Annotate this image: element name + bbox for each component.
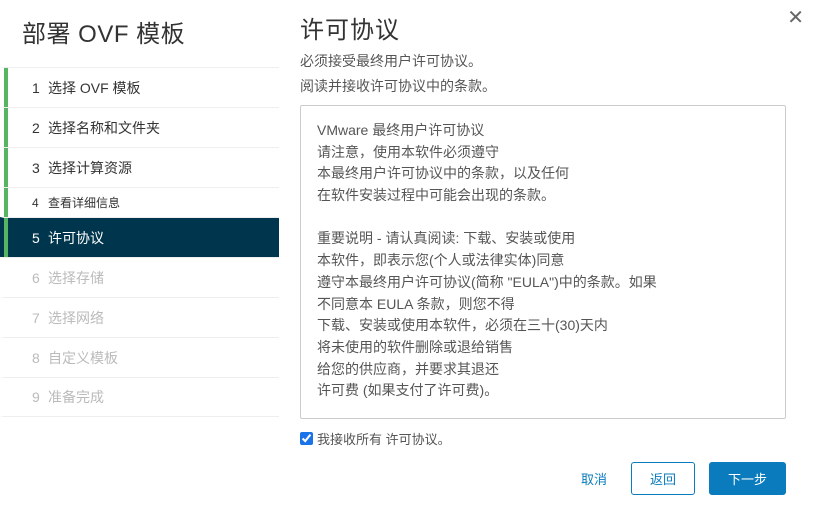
ovf-deploy-dialog: ✕ 部署 OVF 模板 1 选择 OVF 模板2 选择名称和文件夹3 选择计算资… — [0, 0, 816, 509]
eula-textbox[interactable]: VMware 最终用户许可协议 请注意，使用本软件必须遵守 本最终用户许可协议中… — [300, 105, 786, 419]
page-subtitle-2: 阅读并接收许可协议中的条款。 — [300, 76, 786, 97]
step-number: 8 — [32, 350, 48, 366]
step-number: 7 — [32, 310, 48, 326]
step-label: 许可协议 — [48, 228, 104, 248]
wizard-step-9: 9 准备完成 — [0, 377, 279, 417]
wizard-step-7: 7 选择网络 — [0, 297, 279, 337]
step-label: 选择名称和文件夹 — [48, 118, 160, 138]
accept-checkbox[interactable] — [300, 432, 313, 445]
step-number: 3 — [32, 160, 48, 176]
page-subtitle-1: 必须接受最终用户许可协议。 — [300, 51, 786, 72]
step-label: 自定义模板 — [48, 348, 118, 368]
wizard-step-6: 6 选择存储 — [0, 257, 279, 297]
wizard-step-5[interactable]: 5 许可协议 — [0, 217, 279, 257]
dialog-title: 部署 OVF 模板 — [0, 10, 279, 67]
step-number: 5 — [32, 230, 48, 246]
wizard-step-3[interactable]: 3 选择计算资源 — [0, 147, 279, 187]
page-heading: 许可协议 — [300, 10, 786, 45]
step-label: 选择 OVF 模板 — [48, 78, 141, 98]
wizard-step-2[interactable]: 2 选择名称和文件夹 — [0, 107, 279, 147]
wizard-step-8: 8 自定义模板 — [0, 337, 279, 377]
step-number: 6 — [32, 270, 48, 286]
step-number: 1 — [32, 80, 48, 96]
step-label: 选择网络 — [48, 308, 104, 328]
step-label: 选择计算资源 — [48, 158, 132, 178]
step-number: 4 — [32, 196, 48, 210]
back-button[interactable]: 返回 — [631, 462, 695, 495]
wizard-sidebar: 部署 OVF 模板 1 选择 OVF 模板2 选择名称和文件夹3 选择计算资源4… — [0, 0, 280, 509]
wizard-footer: 取消 返回 下一步 — [300, 448, 786, 495]
wizard-steps: 1 选择 OVF 模板2 选择名称和文件夹3 选择计算资源4 查看详细信息5 许… — [0, 67, 279, 417]
accept-label: 我接收所有 许可协议。 — [317, 429, 451, 448]
wizard-main: 许可协议 必须接受最终用户许可协议。 阅读并接收许可协议中的条款。 VMware… — [280, 0, 816, 509]
next-button[interactable]: 下一步 — [709, 462, 786, 495]
accept-row[interactable]: 我接收所有 许可协议。 — [300, 429, 786, 448]
wizard-step-4[interactable]: 4 查看详细信息 — [0, 187, 279, 217]
wizard-step-1[interactable]: 1 选择 OVF 模板 — [0, 67, 279, 107]
step-label: 查看详细信息 — [48, 194, 120, 211]
cancel-button[interactable]: 取消 — [571, 463, 617, 494]
step-number: 9 — [32, 389, 48, 405]
step-label: 选择存储 — [48, 268, 104, 288]
step-label: 准备完成 — [48, 387, 104, 407]
step-number: 2 — [32, 120, 48, 136]
